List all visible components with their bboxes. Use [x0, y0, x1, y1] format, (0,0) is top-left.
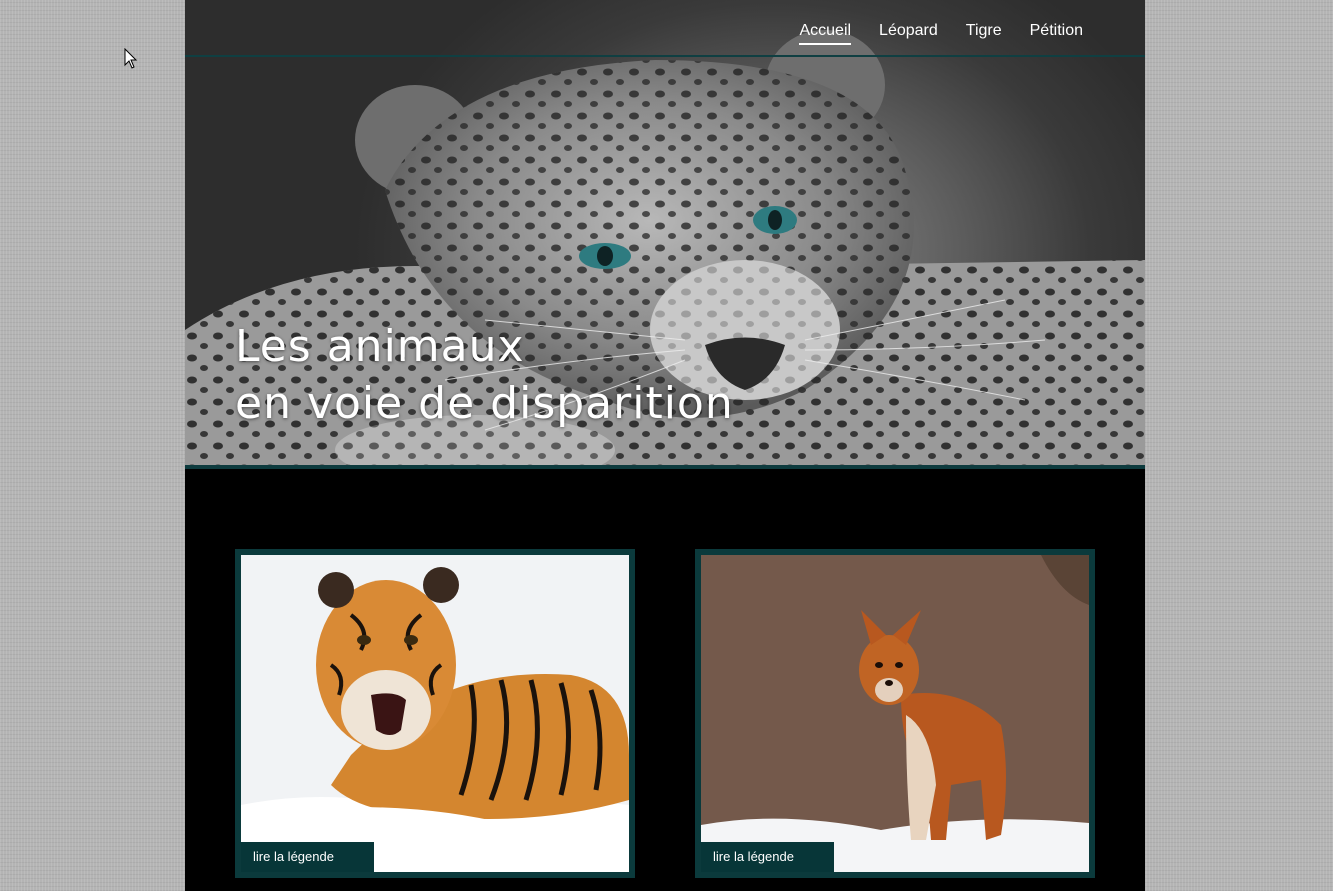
hero-bottom-border [185, 465, 1145, 469]
nav-item-tigre[interactable]: Tigre [966, 22, 1002, 43]
card-caption-button[interactable]: lire la légende [701, 842, 834, 872]
card-caption-button[interactable]: lire la légende [241, 842, 374, 872]
card-dhole[interactable]: lire la légende [695, 549, 1095, 878]
main-nav: Accueil Léopard Tigre Pétition [799, 22, 1083, 45]
page-container: Accueil Léopard Tigre Pétition Les anima… [185, 0, 1145, 891]
hero-title-line-2: en voie de disparition [235, 378, 734, 429]
nav-divider [185, 55, 1145, 57]
hero-title: Les animaux en voie de disparition [235, 318, 734, 432]
nav-item-leopard[interactable]: Léopard [879, 22, 938, 43]
mouse-cursor-icon [124, 48, 138, 69]
hero-banner: Accueil Léopard Tigre Pétition Les anima… [185, 0, 1145, 465]
tiger-photo [241, 555, 629, 872]
hero-title-line-1: Les animaux [235, 321, 525, 372]
dhole-photo [701, 555, 1089, 872]
card-tiger[interactable]: lire la légende [235, 549, 635, 878]
nav-item-accueil[interactable]: Accueil [799, 22, 851, 45]
nav-item-petition[interactable]: Pétition [1030, 22, 1083, 43]
